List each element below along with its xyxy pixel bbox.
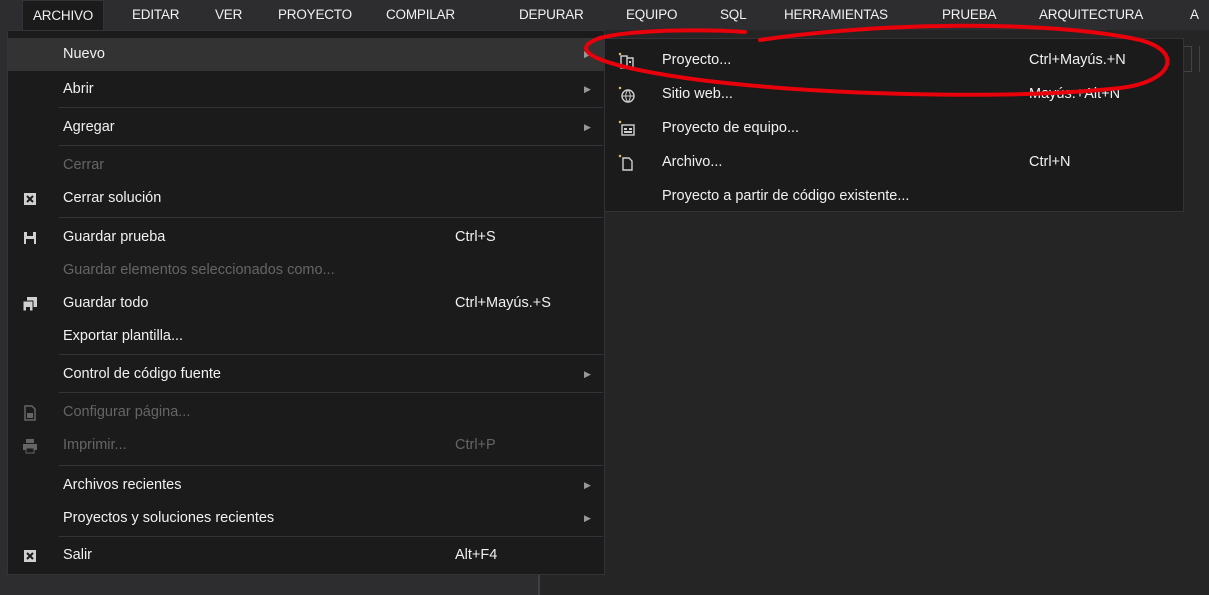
new-file-icon [618,154,636,172]
submenu-arrow-icon: ▶ [584,49,591,59]
menu-item-shortcut: Ctrl+Mayús.+S [455,295,551,311]
menu-item-label: Control de código fuente [63,366,221,382]
menu-overflow[interactable]: A [1180,0,1209,30]
new-website-icon [618,86,636,104]
menu-arquitectura[interactable]: ARQUITECTURA [1029,0,1153,30]
menu-item-abrir[interactable]: Abrir ▶ [8,73,604,106]
menu-separator [59,145,603,146]
menu-separator [59,465,603,466]
submenu-arrow-icon: ▶ [584,369,591,379]
submenu-item-label: Archivo... [662,154,723,170]
menu-item-shortcut: Ctrl+P [455,437,496,453]
menu-item-label: Cerrar [63,157,105,173]
menu-item-exportar-plantilla[interactable]: Exportar plantilla... [8,320,604,353]
menu-separator [59,354,603,355]
menu-separator [59,217,603,218]
submenu-item-shortcut: Ctrl+N [1029,154,1071,170]
submenu-arrow-icon: ▶ [584,84,591,94]
new-submenu: Proyecto... Ctrl+Mayús.+N Sitio web... M… [604,38,1184,212]
menu-item-label: Agregar [63,119,115,135]
menu-item-imprimir[interactable]: Imprimir... Ctrl+P [8,429,604,462]
save-icon [22,230,38,246]
menu-item-cerrar[interactable]: Cerrar [8,149,604,182]
menu-depurar[interactable]: DEPURAR [509,0,594,30]
submenu-item-label: Proyecto de equipo... [662,120,800,136]
menu-prueba[interactable]: PRUEBA [932,0,1006,30]
menu-item-label: Proyectos y soluciones recientes [63,510,275,526]
file-menu: Nuevo ▶ Abrir ▶ Agregar ▶ Cerrar Cerrar … [7,30,605,575]
menu-item-configurar-pagina[interactable]: Configurar página... [8,396,604,429]
close-solution-icon [22,191,38,207]
menu-item-label: Configurar página... [63,404,191,420]
submenu-arrow-icon: ▶ [584,480,591,490]
menu-item-label: Exportar plantilla... [63,328,184,344]
menu-item-control-codigo-fuente[interactable]: Control de código fuente ▶ [8,358,604,391]
submenu-item-label: Proyecto a partir de código existente... [662,188,910,204]
toolbar-edge [1199,46,1209,72]
submenu-item-label: Sitio web... [662,86,733,102]
submenu-arrow-icon: ▶ [584,513,591,523]
submenu-item-archivo[interactable]: Archivo... Ctrl+N [605,145,1183,179]
page-setup-icon [22,405,38,421]
submenu-item-proyecto-codigo-existente[interactable]: Proyecto a partir de código existente... [605,179,1183,213]
menu-editar[interactable]: EDITAR [122,0,189,30]
menu-item-label: Guardar prueba [63,229,166,245]
menu-item-label: Cerrar solución [63,190,162,206]
menu-item-salir[interactable]: Salir Alt+F4 [8,539,604,572]
menu-item-guardar-como[interactable]: Guardar elementos seleccionados como... [8,254,604,287]
menu-sql[interactable]: SQL [710,0,756,30]
menu-equipo[interactable]: EQUIPO [616,0,687,30]
menu-item-shortcut: Ctrl+S [455,229,496,245]
submenu-item-proyecto-equipo[interactable]: Proyecto de equipo... [605,111,1183,145]
menu-separator [59,107,603,108]
menu-item-nuevo[interactable]: Nuevo ▶ [8,38,604,71]
menu-item-label: Imprimir... [63,437,127,453]
submenu-item-shortcut: Mayús.+Alt+N [1029,86,1121,102]
menu-ver[interactable]: VER [205,0,252,30]
menu-item-agregar[interactable]: Agregar ▶ [8,111,604,144]
submenu-item-label: Proyecto... [662,52,732,68]
menu-item-label: Salir [63,547,93,563]
menu-item-guardar-todo[interactable]: Guardar todo Ctrl+Mayús.+S [8,287,604,320]
menu-item-label: Guardar elementos seleccionados como... [63,262,335,278]
menu-item-archivos-recientes[interactable]: Archivos recientes ▶ [8,469,604,502]
menu-item-label: Archivos recientes [63,477,182,493]
menu-item-cerrar-solucion[interactable]: Cerrar solución [8,182,604,215]
menu-separator [59,536,603,537]
submenu-item-sitio-web[interactable]: Sitio web... Mayús.+Alt+N [605,77,1183,111]
menu-item-label: Nuevo [63,46,105,62]
new-project-icon [618,52,636,70]
exit-icon [22,548,38,564]
menu-compilar[interactable]: COMPILAR [376,0,465,30]
menu-item-guardar-prueba[interactable]: Guardar prueba Ctrl+S [8,221,604,254]
menu-proyecto[interactable]: PROYECTO [268,0,362,30]
submenu-arrow-icon: ▶ [584,122,591,132]
menu-item-label: Abrir [63,81,94,97]
menu-item-shortcut: Alt+F4 [455,547,498,563]
menu-archivo[interactable]: ARCHIVO [22,0,105,30]
submenu-item-proyecto[interactable]: Proyecto... Ctrl+Mayús.+N [605,43,1183,77]
menu-herramientas[interactable]: HERRAMIENTAS [774,0,898,30]
team-project-icon [618,120,636,138]
submenu-item-shortcut: Ctrl+Mayús.+N [1029,52,1126,68]
save-all-icon [22,296,38,312]
toolbar-combo-edge [1183,46,1192,72]
menu-item-proyectos-recientes[interactable]: Proyectos y soluciones recientes ▶ [8,502,604,535]
menu-separator [59,392,603,393]
menu-item-label: Guardar todo [63,295,149,311]
menu-bar: ARCHIVO EDITAR VER PROYECTO COMPILAR DEP… [0,0,1209,30]
printer-icon [22,438,38,454]
